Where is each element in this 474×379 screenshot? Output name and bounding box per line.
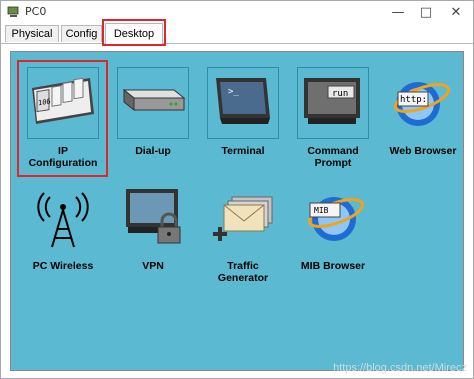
dial-up-tile[interactable] xyxy=(117,67,189,139)
modem-icon xyxy=(122,88,186,112)
app-label: MIB Browser xyxy=(300,260,366,272)
close-button[interactable]: ✕ xyxy=(441,1,471,23)
app-command-prompt[interactable]: run Command Prompt xyxy=(291,67,375,169)
app-label: Traffic Generator xyxy=(217,260,269,284)
web-browser-http-text: http: xyxy=(400,95,427,105)
mib-browser-text: MIB xyxy=(314,206,329,215)
web-browser-icon: http: xyxy=(393,82,451,126)
app-pc-wireless[interactable]: PC Wireless xyxy=(21,182,105,272)
app-web-browser[interactable]: http: Web Browser xyxy=(381,67,465,157)
pc-app-icon xyxy=(7,6,19,17)
app-dial-up[interactable]: Dial-up xyxy=(111,67,195,157)
app-label: VPN xyxy=(142,260,164,272)
wireless-antenna-icon xyxy=(37,192,89,248)
app-label: Terminal xyxy=(221,145,265,157)
command-prompt-icon: run xyxy=(304,78,360,124)
minimize-button[interactable]: — xyxy=(383,1,413,23)
web-browser-tile[interactable]: http: xyxy=(387,67,459,139)
app-label: Command Prompt xyxy=(307,145,359,169)
traffic-generator-icon xyxy=(213,196,273,241)
command-prompt-run-text: run xyxy=(332,89,348,99)
close-icon: ✕ xyxy=(450,4,462,20)
vpn-lock-icon xyxy=(126,189,181,244)
maximize-icon: □ xyxy=(419,4,433,20)
traffic-generator-tile[interactable] xyxy=(207,182,279,254)
mib-browser-tile[interactable]: MIB xyxy=(297,182,369,254)
command-prompt-tile[interactable]: run xyxy=(297,67,369,139)
title-bar: PC0 — □ ✕ xyxy=(1,1,473,23)
tab-physical[interactable]: Physical xyxy=(5,25,59,42)
watermark: https://blog.csdn.net/Mirecz xyxy=(333,362,467,374)
ip-configuration-highlight xyxy=(17,60,108,177)
app-label: PC Wireless xyxy=(32,260,94,272)
app-label: Web Browser xyxy=(389,145,457,157)
app-traffic-generator[interactable]: Traffic Generator xyxy=(201,182,285,284)
pc-window: PC0 — □ ✕ Physical Config Desktop 106 IP… xyxy=(0,0,474,379)
vpn-tile[interactable] xyxy=(117,182,189,254)
tab-bar: Physical Config Desktop xyxy=(1,23,473,44)
app-mib-browser[interactable]: MIB MIB Browser xyxy=(291,182,375,272)
mib-browser-icon: MIB xyxy=(307,197,365,241)
maximize-button[interactable]: □ xyxy=(411,1,441,23)
pc-wireless-tile[interactable] xyxy=(27,182,99,254)
terminal-icon: >_ xyxy=(216,78,270,124)
terminal-prompt: >_ xyxy=(228,87,239,97)
tab-config[interactable]: Config xyxy=(61,25,102,42)
terminal-tile[interactable]: >_ xyxy=(207,67,279,139)
minimize-icon: — xyxy=(391,4,405,20)
app-vpn[interactable]: VPN xyxy=(111,182,195,272)
app-label: Dial-up xyxy=(135,145,171,157)
desktop-tab-highlight xyxy=(102,19,166,46)
app-terminal[interactable]: >_ Terminal xyxy=(201,67,285,157)
window-title: PC0 xyxy=(25,5,47,18)
